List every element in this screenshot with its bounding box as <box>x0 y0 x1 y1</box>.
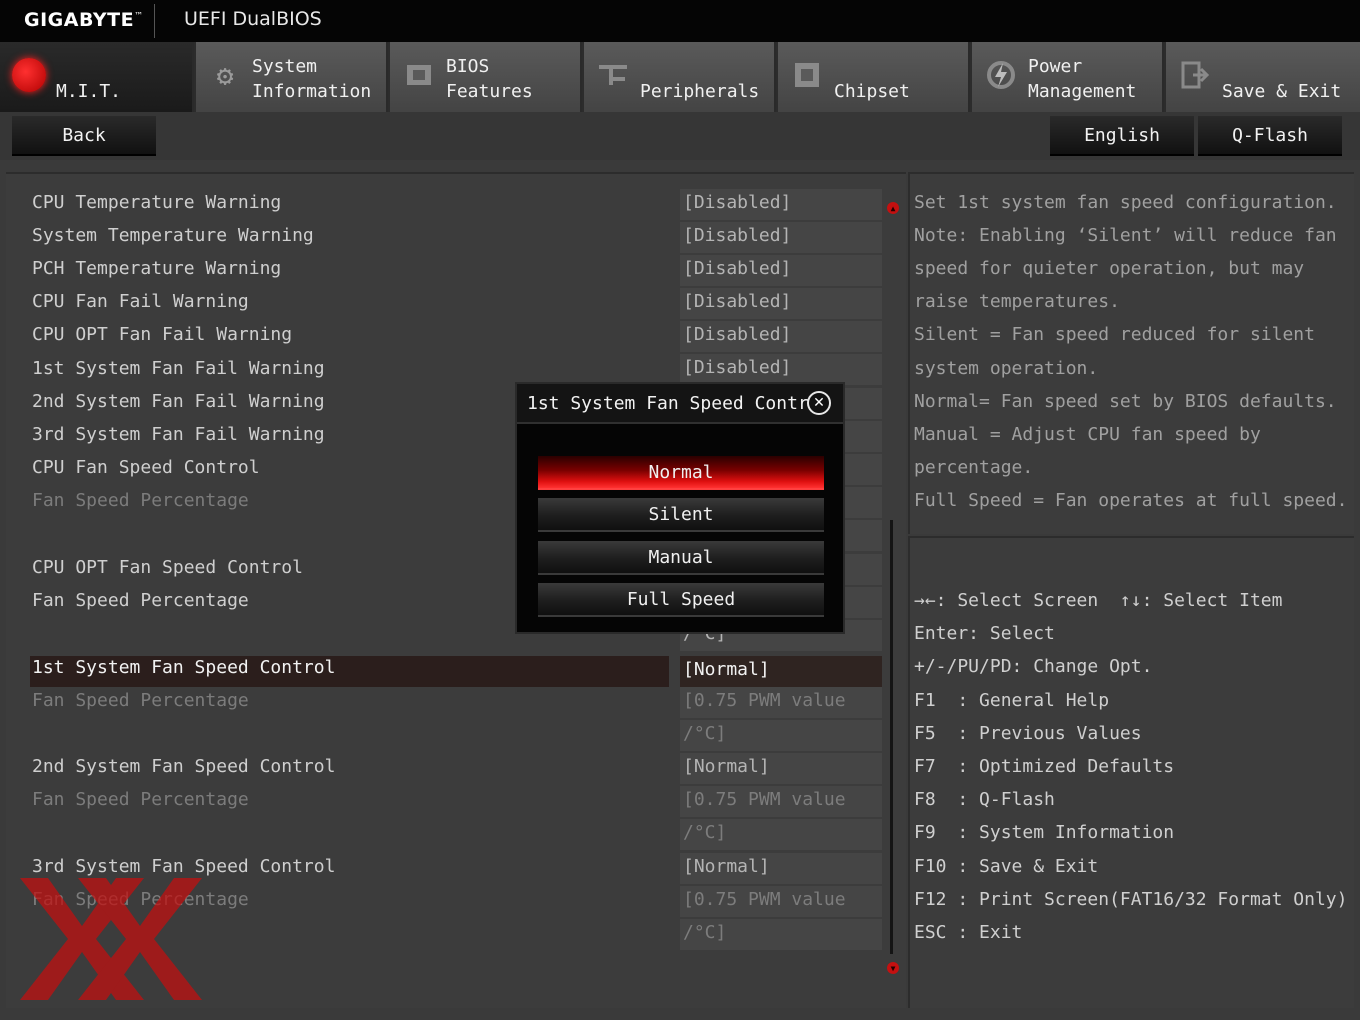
setting-value-sys1-fan-pct: [0.75 PWM value <box>680 687 882 718</box>
help-line: Full Speed = Fan operates at full speed. <box>914 490 1348 511</box>
setting-value-sys3-fan-pct-unit: /°C] <box>680 919 882 950</box>
brand-logo: GIGABYTE™ <box>24 9 144 31</box>
fan-speed-popup[interactable]: 1st System Fan Speed Control ✕ Normal Si… <box>515 382 845 634</box>
setting-value-sys3-fan-speed[interactable]: [Normal] <box>680 853 882 884</box>
setting-label-cpu-opt-fan-speed[interactable]: CPU OPT Fan Speed Control <box>32 553 303 583</box>
peripherals-icon <box>596 58 630 92</box>
help-line: Normal= Fan speed set by BIOS defaults. <box>914 391 1337 412</box>
option-manual[interactable]: Manual <box>538 541 824 575</box>
tab-chipset[interactable]: Chipset <box>778 42 970 112</box>
key-hint-line: F7 : Optimized Defaults <box>914 756 1175 777</box>
exit-icon <box>1178 58 1212 92</box>
setting-value-cpu-fan-fail[interactable]: [Disabled] <box>680 288 882 319</box>
setting-value-sys1-fan-speed[interactable]: [Normal] <box>680 656 882 687</box>
tab-bar: M.I.T. ⚙ System Information BIOS Feature… <box>0 42 1360 112</box>
scrollbar-track[interactable] <box>890 520 893 954</box>
tab-label-peripherals: Peripherals <box>640 81 760 102</box>
help-line: Silent = Fan speed reduced for silent <box>914 324 1315 345</box>
setting-label-sys1-fan-speed[interactable]: 1st System Fan Speed Control <box>32 653 335 683</box>
setting-label-cpu-fan-speed[interactable]: CPU Fan Speed Control <box>32 453 260 483</box>
scroll-down-icon[interactable]: ▼ <box>887 962 899 974</box>
tab-label-mit: M.I.T. <box>56 81 122 102</box>
key-hint-line: Enter: Select <box>914 623 1055 644</box>
setting-label-sys2-fan-fail[interactable]: 2nd System Fan Fail Warning <box>32 387 325 417</box>
bios-chip-icon <box>402 58 436 92</box>
key-hint-line: F5 : Previous Values <box>914 723 1142 744</box>
setting-label-sys2-fan-pct: Fan Speed Percentage <box>32 789 249 810</box>
gear-icon: ⚙ <box>216 58 234 92</box>
xx-watermark-logo <box>20 878 202 1000</box>
tab-system-information[interactable]: ⚙ System Information <box>196 42 388 112</box>
setting-label-sys1-fan-fail[interactable]: 1st System Fan Fail Warning <box>32 354 325 384</box>
tab-label-system-information: System Information <box>252 56 372 102</box>
brand-tm: ™ <box>134 11 144 22</box>
key-hint-line: F1 : General Help <box>914 690 1110 711</box>
setting-value-cpu-temp-warning[interactable]: [Disabled] <box>680 189 882 220</box>
power-icon <box>984 58 1018 92</box>
setting-label-cpu-fan-fail[interactable]: CPU Fan Fail Warning <box>32 287 249 317</box>
setting-value-sys2-fan-speed[interactable]: [Normal] <box>680 753 882 784</box>
setting-value-sys-temp-warning[interactable]: [Disabled] <box>680 222 882 253</box>
key-hint-line: F10 : Save & Exit <box>914 856 1099 877</box>
help-line: raise temperatures. <box>914 291 1120 312</box>
popup-title: 1st System Fan Speed Control <box>527 393 817 414</box>
key-hint-line: F9 : System Information <box>914 822 1175 843</box>
setting-label-cpu-fan-pct: Fan Speed Percentage <box>32 490 249 511</box>
sub-toolbar: Back English Q-Flash <box>0 112 1360 160</box>
setting-value-sys2-fan-pct-unit: /°C] <box>680 819 882 850</box>
help-line: system operation. <box>914 358 1099 379</box>
setting-value-sys3-fan-pct: [0.75 PWM value <box>680 886 882 917</box>
chipset-icon <box>790 58 824 92</box>
setting-value-cpu-opt-fan-fail[interactable]: [Disabled] <box>680 321 882 352</box>
setting-label-cpu-opt-fan-fail[interactable]: CPU OPT Fan Fail Warning <box>32 320 292 350</box>
key-hint-line: ESC : Exit <box>914 922 1023 943</box>
tab-save-exit[interactable]: Save & Exit <box>1166 42 1360 112</box>
key-hint-line: →←: Select Screen ↑↓: Select Item <box>914 590 1283 611</box>
brand-text: GIGABYTE <box>24 9 135 31</box>
option-full-speed[interactable]: Full Speed <box>538 583 824 617</box>
setting-value-pch-temp-warning[interactable]: [Disabled] <box>680 255 882 286</box>
setting-label-cpu-opt-fan-pct[interactable]: Fan Speed Percentage <box>32 586 249 616</box>
close-icon[interactable]: ✕ <box>807 391 831 415</box>
key-hint-line: +/-/PU/PD: Change Opt. <box>914 656 1153 677</box>
title-bar: GIGABYTE™ UEFI DualBIOS <box>0 0 1360 42</box>
setting-label-pch-temp-warning[interactable]: PCH Temperature Warning <box>32 254 281 284</box>
tab-label-save-exit: Save & Exit <box>1222 81 1342 102</box>
setting-label-sys-temp-warning[interactable]: System Temperature Warning <box>32 221 314 251</box>
back-button[interactable]: Back <box>12 116 156 156</box>
option-normal[interactable]: Normal <box>538 456 824 490</box>
mit-dot-icon <box>12 58 46 92</box>
bios-name: UEFI DualBIOS <box>184 8 322 30</box>
help-line: Manual = Adjust CPU fan speed by <box>914 424 1261 445</box>
scroll-up-icon[interactable]: ▲ <box>887 202 899 214</box>
help-line: percentage. <box>914 457 1034 478</box>
tab-label-chipset: Chipset <box>834 81 910 102</box>
key-hint-line: F12 : Print Screen(FAT16/32 Format Only) <box>914 889 1348 910</box>
qflash-button[interactable]: Q-Flash <box>1198 116 1342 156</box>
option-silent[interactable]: Silent <box>538 498 824 532</box>
help-line: speed for quieter operation, but may <box>914 258 1305 279</box>
setting-label-sys2-fan-speed[interactable]: 2nd System Fan Speed Control <box>32 752 335 782</box>
title-divider <box>154 4 155 38</box>
setting-label-sys1-fan-pct: Fan Speed Percentage <box>32 690 249 711</box>
setting-label-sys3-fan-fail[interactable]: 3rd System Fan Fail Warning <box>32 420 325 450</box>
language-button[interactable]: English <box>1050 116 1194 156</box>
popup-title-bar: 1st System Fan Speed Control ✕ <box>517 384 843 424</box>
setting-value-sys1-fan-pct-unit: /°C] <box>680 720 882 751</box>
setting-value-sys2-fan-pct: [0.75 PWM value <box>680 786 882 817</box>
tab-label-power-management: Power Management <box>1028 56 1137 102</box>
help-line: Set 1st system fan speed configuration. <box>914 192 1337 213</box>
tab-mit[interactable]: M.I.T. <box>0 42 194 112</box>
setting-value-sys1-fan-fail[interactable]: [Disabled] <box>680 354 882 385</box>
tab-label-bios-features: BIOS Features <box>446 56 533 102</box>
tab-bios-features[interactable]: BIOS Features <box>390 42 582 112</box>
setting-label-cpu-temp-warning[interactable]: CPU Temperature Warning <box>32 188 281 218</box>
help-line: Note: Enabling ‘Silent’ will reduce fan <box>914 225 1337 246</box>
key-hint-line: F8 : Q-Flash <box>914 789 1055 810</box>
tab-peripherals[interactable]: Peripherals <box>584 42 776 112</box>
tab-power-management[interactable]: Power Management <box>972 42 1164 112</box>
